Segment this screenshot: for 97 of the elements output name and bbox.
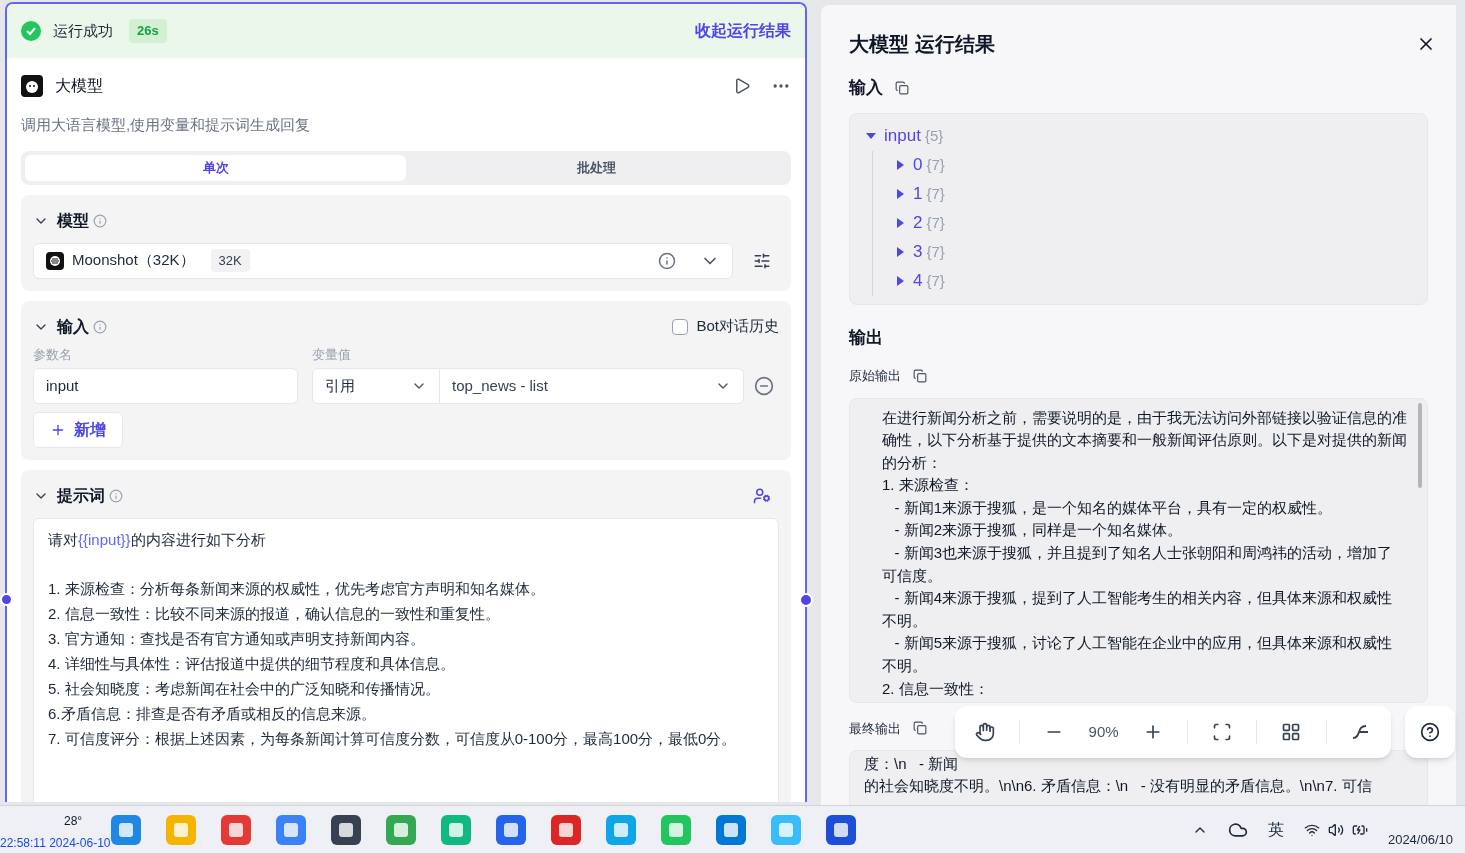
prompt-line: 2. 信息一致性：比较不同来源的报道，确认信息的一致性和重复性。 xyxy=(48,604,501,624)
node-title: 大模型 xyxy=(55,76,103,96)
collapse-link[interactable]: 收起运行结果 xyxy=(695,19,791,43)
settings-icon[interactable] xyxy=(753,251,771,270)
tree-count: {7} xyxy=(926,154,945,175)
taskbar-date[interactable]: 2024/06/10 xyxy=(1387,829,1453,850)
moon-logo-icon xyxy=(46,251,64,270)
context-badge: 32K xyxy=(210,248,250,273)
checkbox[interactable] xyxy=(672,318,689,335)
info-icon[interactable] xyxy=(658,251,676,270)
caret-right-icon[interactable] xyxy=(895,276,905,286)
scrollbar-thumb[interactable] xyxy=(1418,402,1422,488)
tree-count: {7} xyxy=(926,241,945,262)
weather-text[interactable]: 28° xyxy=(64,812,83,830)
caret-right-icon[interactable] xyxy=(895,189,905,199)
copy-icon[interactable] xyxy=(913,721,927,736)
output-line: 2. 信息一致性： xyxy=(882,678,990,699)
param-name-field[interactable]: input xyxy=(33,368,298,404)
play-icon[interactable] xyxy=(733,77,751,95)
section-title: 提示词 xyxy=(57,486,105,506)
user-settings-icon[interactable] xyxy=(753,487,771,505)
info-icon xyxy=(93,213,107,228)
prompt-line: 1. 来源检查：分析每条新闻来源的权威性，优先考虑官方声明和知名媒体。 xyxy=(48,579,546,599)
status-text: 运行成功 xyxy=(53,20,113,41)
tab[interactable]: 批处理 xyxy=(406,154,787,181)
copy-icon[interactable] xyxy=(895,80,909,95)
prompt-line: 3. 官方通知：查找是否有官方通知或声明支持新闻内容。 xyxy=(48,629,426,649)
output-line: - 新闻5来源于搜狐，讨论了人工智能在企业中的应用，但具体来源和权威性不明。 xyxy=(882,633,1394,677)
help-icon xyxy=(1420,722,1440,742)
app-icon[interactable] xyxy=(550,813,582,846)
tree-key: 0 xyxy=(913,152,923,178)
tree-key: 3 xyxy=(913,239,923,265)
grid-icon[interactable] xyxy=(1281,722,1302,742)
tree-key: 1 xyxy=(913,181,923,207)
model-select[interactable]: Moonshot（32K） 32K xyxy=(33,242,733,279)
tree-count: {7} xyxy=(926,212,945,233)
output-line: - 新闻1来源于搜狐，是一个知名的媒体平台，具有一定的权威性。 xyxy=(893,497,1334,518)
section-label: 输出 xyxy=(849,326,884,349)
column-header: 变量值 xyxy=(312,345,351,364)
source-select[interactable]: 引用 xyxy=(312,368,440,404)
output-label: 原始输出 xyxy=(849,367,901,385)
robot-logo-icon xyxy=(21,75,43,97)
caret-right-icon[interactable] xyxy=(895,218,905,228)
checkbox-label: Bot对话历史 xyxy=(696,316,779,337)
model-name: Moonshot（32K） xyxy=(72,250,195,271)
output-line: 1. 来源检查： xyxy=(882,475,975,496)
input-method[interactable]: 英 xyxy=(1267,817,1284,842)
tree-key: 2 xyxy=(913,210,923,236)
section-label: 输入 xyxy=(849,77,883,99)
app-icon[interactable] xyxy=(825,813,857,846)
column-header: 参数名 xyxy=(33,345,73,364)
output-line: - 新闻4来源于搜狐，提到了人工智能考生的相关内容，但具体来源和权威性不明。 xyxy=(882,588,1394,631)
node-description: 调用大语言模型,使用变量和提示词生成回复 xyxy=(21,115,312,135)
variable-select[interactable]: top_news - list xyxy=(440,368,744,404)
output-line: 的社会知晓度不明。\n\n6. 矛盾信息：\n - 没有明显的矛盾信息。\n\n7. 可信 xyxy=(864,776,1373,796)
app-icon[interactable] xyxy=(330,813,362,846)
section-title: 模型 xyxy=(57,210,89,231)
prompt-line: 6.矛盾信息：排查是否有矛盾或相反的信息来源。 xyxy=(48,704,377,724)
plus-icon xyxy=(50,422,66,438)
tree-count: {5} xyxy=(924,125,944,146)
fit-view-icon[interactable] xyxy=(1212,722,1233,742)
check-icon xyxy=(21,21,41,41)
info-icon xyxy=(93,319,107,334)
app-icon[interactable] xyxy=(495,813,527,846)
hand-icon[interactable] xyxy=(975,722,996,742)
tab[interactable]: 单次 xyxy=(25,154,406,181)
caret-right-icon[interactable] xyxy=(895,247,905,257)
output-line: - 新闻3也来源于搜狐，并且提到了知名人士张朝阳和周鸿祎的活动，增加了可信度。 xyxy=(882,543,1394,586)
panel-title: 大模型 运行结果 xyxy=(849,32,995,57)
prompt-editor[interactable] xyxy=(33,518,779,802)
output-line: 度：\n - 新闻 xyxy=(864,754,960,774)
app-icon[interactable] xyxy=(715,813,747,846)
prompt-line: 7. 可信度评分：根据上述因素，为每条新闻计算可信度分数，可信度从0-100分，最高100分，最低0分。 xyxy=(48,729,738,749)
add-button[interactable]: 新增 xyxy=(33,412,123,448)
tree-count: {7} xyxy=(926,270,945,291)
output-label: 最终输出 xyxy=(849,719,901,738)
section-title: 输入 xyxy=(57,316,89,337)
duration-badge: 26s xyxy=(129,19,167,43)
remove-icon[interactable] xyxy=(754,376,774,396)
output-line: - 新闻2来源于搜狐，同样是一个知名媒体。 xyxy=(893,520,1184,541)
tree-key: 4 xyxy=(913,268,923,294)
help-button[interactable] xyxy=(1405,706,1455,758)
tree-key: input xyxy=(884,123,921,149)
connector-icon[interactable] xyxy=(1350,722,1371,742)
volume-icon[interactable] xyxy=(1327,821,1344,838)
port-handle[interactable] xyxy=(799,593,813,607)
caret-right-icon[interactable] xyxy=(895,160,905,170)
output-line: 在进行新闻分析之前，需要说明的是，由于我无法访问外部链接以验证信息的准确性，以下分析基于提供的文本摘要和一般新闻评估原则。以下是对提供的新闻的分析： xyxy=(882,407,1407,473)
clock-overlay: 22:58:11 2024-06-10 xyxy=(0,835,111,852)
zoom-level[interactable]: 90% xyxy=(1088,720,1119,744)
tree-count: {7} xyxy=(926,183,945,204)
prompt-line: 4. 详细性与具体性：评估报道中提供的细节程度和具体信息。 xyxy=(48,654,456,674)
caret-down-icon[interactable] xyxy=(866,131,876,141)
prompt-line: 请对{{input}}的内容进行如下分析 xyxy=(48,530,267,550)
prompt-line: 5. 社会知晓度：考虑新闻在社会中的广泛知晓和传播情况。 xyxy=(48,679,441,699)
copy-icon[interactable] xyxy=(913,368,927,383)
info-icon xyxy=(109,489,123,503)
